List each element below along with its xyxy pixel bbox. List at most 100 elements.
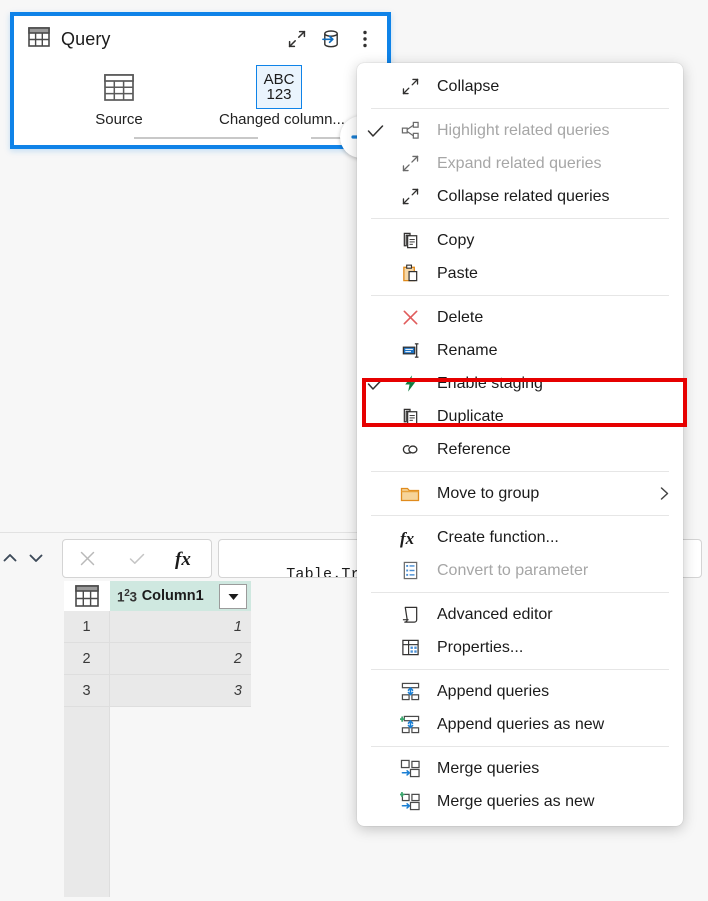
menu-item-merge-queries-as-new[interactable]: Merge queries as new [357, 785, 683, 818]
row-number: 3 [64, 675, 110, 707]
grid-empty-gutter [64, 707, 110, 897]
menu-item-label: Create function... [437, 528, 559, 546]
table-row[interactable]: 3 3 [64, 675, 251, 707]
menu-item-label: Expand related queries [437, 154, 602, 172]
staging-database-icon[interactable] [315, 24, 347, 54]
query-card[interactable]: Query Source ABC 123 Changed column... [10, 12, 391, 158]
table-row[interactable]: 2 2 [64, 643, 251, 675]
menu-separator [371, 108, 669, 109]
menu-item-label: Move to group [437, 484, 540, 502]
duplicate-icon [393, 407, 427, 426]
menu-item-delete[interactable]: Delete [357, 301, 683, 334]
query-title: Query [61, 28, 111, 49]
folder-icon [393, 485, 427, 503]
menu-separator [371, 669, 669, 670]
select-all-table-icon[interactable] [64, 581, 110, 612]
table-cell[interactable]: 3 [110, 675, 251, 707]
menu-item-collapse[interactable]: Collapse [357, 70, 683, 103]
menu-item-label: Reference [437, 440, 511, 458]
menu-item-label: Delete [437, 308, 484, 326]
menu-item-label: Merge queries as new [437, 792, 595, 810]
rename-icon [393, 341, 427, 360]
expand-icon [393, 154, 427, 173]
menu-item-label: Highlight related queries [437, 121, 610, 139]
menu-separator [371, 471, 669, 472]
menu-item-paste[interactable]: Paste [357, 257, 683, 290]
table-cell[interactable]: 2 [110, 643, 251, 675]
row-number: 1 [64, 611, 110, 643]
menu-item-label: Convert to parameter [437, 561, 589, 579]
menu-item-properties[interactable]: Properties... [357, 631, 683, 664]
grid-column-name: Column1 [141, 588, 204, 604]
menu-item-convert-to-parameter[interactable]: Convert to parameter [357, 554, 683, 587]
table-cell[interactable]: 1 [110, 611, 251, 643]
menu-item-merge-queries[interactable]: Merge queries [357, 752, 683, 785]
menu-item-collapse-related-queries[interactable]: Collapse related queries [357, 180, 683, 213]
menu-item-advanced-editor[interactable]: Advanced editor [357, 598, 683, 631]
menu-item-label: Advanced editor [437, 605, 553, 623]
menu-item-label: Properties... [437, 638, 524, 656]
menu-item-copy[interactable]: Copy [357, 224, 683, 257]
menu-item-create-function[interactable]: fx Create function... [357, 521, 683, 554]
chevron-up-icon[interactable] [0, 546, 22, 570]
menu-item-label: Collapse related queries [437, 187, 610, 205]
menu-item-expand-related-queries[interactable]: Expand related queries [357, 147, 683, 180]
table-row[interactable]: 1 1 [64, 611, 251, 643]
commit-check-icon[interactable] [112, 541, 161, 576]
formula-bar-divider [0, 532, 360, 533]
data-preview-grid: 123 Column1 1 1 2 2 3 3 [64, 581, 251, 897]
menu-separator [371, 746, 669, 747]
checkmark-icon [357, 124, 393, 138]
query-step-source[interactable]: Source [59, 66, 179, 128]
step-connector [134, 137, 258, 139]
menu-item-label: Append queries [437, 682, 550, 700]
step-label: Changed column... [219, 111, 345, 128]
menu-separator [371, 592, 669, 593]
menu-item-highlight-related-queries[interactable]: Highlight related queries [357, 114, 683, 147]
svg-text:fx: fx [175, 549, 191, 570]
checkmark-icon [357, 377, 393, 391]
abc-badge-top: ABC [263, 70, 295, 88]
query-header-actions [281, 24, 381, 54]
menu-item-append-queries-as-new[interactable]: Append queries as new [357, 708, 683, 741]
table-icon [28, 26, 50, 52]
abc-123-type-icon: ABC 123 [219, 65, 339, 109]
query-step-changed-column[interactable]: ABC 123 Changed column... [219, 65, 345, 128]
menu-item-append-queries[interactable]: Append queries [357, 675, 683, 708]
grid-column-header[interactable]: 123 Column1 [110, 581, 251, 611]
more-options-icon[interactable] [349, 24, 381, 54]
row-number: 2 [64, 643, 110, 675]
merge-queries-icon [393, 759, 427, 778]
query-card-header: Query [14, 16, 387, 62]
properties-icon [393, 638, 427, 657]
copy-icon [393, 231, 427, 250]
chevron-down-icon[interactable] [24, 546, 48, 570]
paste-icon [393, 264, 427, 283]
parameter-icon [393, 561, 427, 580]
menu-item-rename[interactable]: Rename [357, 334, 683, 367]
menu-item-label: Enable staging [437, 374, 543, 392]
reference-link-icon [393, 440, 427, 459]
grid-header-row: 123 Column1 [64, 581, 251, 612]
menu-item-move-to-group[interactable]: Move to group [357, 477, 683, 510]
menu-item-enable-staging[interactable]: Enable staging [357, 367, 683, 400]
fx-icon[interactable]: fx [161, 541, 210, 576]
menu-item-label: Duplicate [437, 407, 504, 425]
query-steps-diagram: Source ABC 123 Changed column... [14, 65, 387, 158]
menu-separator [371, 515, 669, 516]
query-context-menu[interactable]: Collapse Highlight related queries Expan… [357, 63, 683, 826]
menu-item-duplicate[interactable]: Duplicate [357, 400, 683, 433]
lightning-bolt-icon [393, 374, 427, 393]
append-queries-as-new-icon [393, 715, 427, 734]
collapse-icon [393, 187, 427, 206]
menu-item-label: Append queries as new [437, 715, 605, 733]
table-icon [59, 66, 179, 108]
delete-x-icon [393, 308, 427, 327]
menu-separator [371, 218, 669, 219]
collapse-icon[interactable] [281, 24, 313, 54]
menu-item-reference[interactable]: Reference [357, 433, 683, 466]
filter-dropdown-icon[interactable] [219, 584, 247, 609]
cancel-x-icon[interactable] [63, 541, 112, 576]
formula-actions-group: fx [62, 539, 212, 578]
append-queries-icon [393, 682, 427, 701]
